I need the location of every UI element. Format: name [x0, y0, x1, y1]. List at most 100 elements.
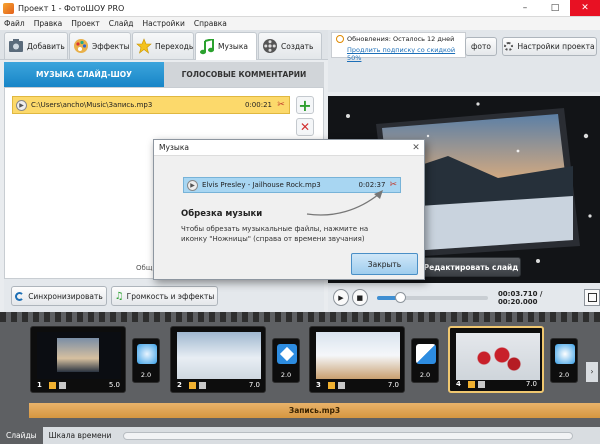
clock-icon: [336, 35, 344, 43]
window-controls: – □ ✕: [510, 0, 600, 16]
tab-music[interactable]: Музыка: [195, 32, 257, 60]
star-icon: [133, 36, 155, 56]
extend-subscription-link[interactable]: Продлить подписку со скидкой 50%: [336, 46, 461, 62]
transition-duration: 2.0: [140, 371, 152, 379]
menu-file[interactable]: Файл: [4, 19, 25, 28]
dialog-text: Чтобы обрезать музыкальные файлы, нажмит…: [181, 225, 369, 243]
gear-icon: [504, 42, 514, 51]
tab-slideshow-music[interactable]: МУЗЫКА СЛАЙД-ШОУ: [4, 62, 164, 87]
transition-thumbnail: [277, 344, 297, 364]
sound-icon[interactable]: [199, 382, 206, 389]
slide-duration: 7.0: [387, 381, 399, 389]
menu-project[interactable]: Проект: [71, 19, 100, 28]
palette-icon: [70, 36, 92, 56]
tab-label: Добавить: [27, 41, 65, 51]
edit-pencil-icon[interactable]: [49, 382, 56, 389]
dialog-close-button[interactable]: ✕: [411, 143, 421, 153]
delete-icon: ✕: [299, 120, 311, 134]
tab-transitions[interactable]: Переходы: [132, 32, 194, 59]
fullscreen-icon: [587, 293, 597, 302]
transition-duration: 2.0: [419, 371, 431, 379]
slide-duration: 7.0: [248, 381, 260, 389]
music-track-row[interactable]: ▶ C:\Users\ancho\Music\Запись.mp3 0:00:2…: [12, 96, 290, 114]
playback-controls: ▶ ■ 00:03.710 / 00:20.000: [328, 283, 600, 312]
music-clip-label: Запись.mp3: [288, 406, 341, 415]
timeline-transition[interactable]: 2.0: [550, 338, 578, 383]
add-music-button[interactable]: +: [296, 96, 314, 115]
timeline-transition[interactable]: 2.0: [132, 338, 160, 383]
close-button[interactable]: ✕: [570, 0, 600, 16]
tab-create[interactable]: Создать: [258, 32, 322, 59]
transition-thumbnail: [555, 344, 575, 364]
dialog-title: Музыка: [154, 140, 424, 156]
menu-settings[interactable]: Настройки: [142, 19, 184, 28]
play-icon[interactable]: ▶: [16, 99, 27, 111]
app-logo-icon: [3, 2, 14, 14]
menu-bar: Файл Правка Проект Слайд Настройки Справ…: [0, 17, 600, 30]
sound-icon[interactable]: [478, 381, 485, 388]
volume-effects-button[interactable]: ♫ Громкость и эффекты: [111, 286, 218, 306]
track-duration: 0:00:21: [245, 101, 272, 109]
sound-icon[interactable]: [59, 382, 66, 389]
sound-icon[interactable]: [338, 382, 345, 389]
window-title: Проект 1 - ФотоШОУ PRO: [18, 3, 125, 13]
sync-button[interactable]: Синхронизировать: [11, 286, 107, 306]
tab-voice-comments[interactable]: ГОЛОСОВЫЕ КОММЕНТАРИИ: [164, 62, 324, 87]
slide-thumbnail: [316, 332, 400, 379]
dialog-close-ok-button[interactable]: Закрыть: [351, 253, 418, 275]
main-tabs: Добавить Эффекты Переходы Музыка Создать: [0, 30, 328, 60]
menu-edit[interactable]: Правка: [34, 19, 63, 28]
photo-button[interactable]: фото: [465, 37, 497, 56]
update-notice: Обновления: Осталось 12 дней Продлить по…: [331, 32, 466, 62]
menu-help[interactable]: Справка: [194, 19, 227, 28]
minimize-button[interactable]: –: [510, 0, 540, 16]
play-icon[interactable]: ▶: [187, 179, 198, 191]
slide-thumbnail: [37, 332, 121, 379]
seek-handle[interactable]: [394, 291, 406, 303]
slide-duration: 5.0: [108, 381, 120, 389]
fullscreen-button[interactable]: [584, 289, 600, 306]
film-perforation: [0, 312, 600, 322]
edit-slide-button[interactable]: Редактировать слайд: [421, 257, 521, 277]
dialog-heading: Обрезка музыки: [181, 209, 263, 219]
pointer-arrow-icon: [306, 190, 383, 216]
maximize-button[interactable]: □: [540, 0, 570, 16]
timeline-slide[interactable]: 2 7.0: [170, 326, 266, 393]
play-button[interactable]: ▶: [333, 289, 349, 306]
tab-effects[interactable]: Эффекты: [69, 32, 131, 59]
transition-duration: 2.0: [558, 371, 570, 379]
seek-bar[interactable]: [376, 291, 488, 303]
tab-timeline-scale[interactable]: Шкала времени: [43, 427, 118, 444]
sync-label: Синхронизировать: [28, 291, 103, 301]
transition-thumbnail: [416, 344, 436, 364]
tab-slides[interactable]: Слайды: [0, 427, 43, 444]
track-path: C:\Users\ancho\Music\Запись.mp3: [31, 101, 153, 109]
timeline-slide[interactable]: 3 7.0: [309, 326, 405, 393]
scissors-icon[interactable]: ✂: [389, 180, 397, 190]
info-fragment-2: Общ: [136, 264, 153, 272]
music-clip[interactable]: Запись.mp3: [29, 403, 600, 418]
stop-button[interactable]: ■: [351, 289, 368, 306]
transition-duration: 2.0: [280, 371, 292, 379]
music-note-icon: [196, 37, 218, 57]
slide-number: 4: [456, 380, 461, 388]
horizontal-scrollbar[interactable]: [123, 431, 574, 440]
music-dialog: Музыка ✕ ▶ Elvis Presley - Jailhouse Roc…: [153, 139, 425, 280]
timeline-transition[interactable]: 2.0: [411, 338, 439, 383]
tab-add[interactable]: Добавить: [4, 32, 68, 59]
project-settings-button[interactable]: Настройки проекта: [502, 37, 597, 56]
edit-pencil-icon[interactable]: [189, 382, 196, 389]
menu-slide[interactable]: Слайд: [109, 19, 134, 28]
tab-label: Создать: [281, 41, 314, 51]
edit-pencil-icon[interactable]: [468, 381, 475, 388]
remove-music-button[interactable]: ✕: [296, 118, 314, 136]
scissors-icon[interactable]: ✂: [276, 100, 286, 110]
slide-number: 1: [37, 381, 42, 389]
edit-pencil-icon[interactable]: [328, 382, 335, 389]
timeline-transition[interactable]: 2.0: [272, 338, 300, 383]
slide-thumbnail: [456, 333, 540, 380]
scroll-right-arrow[interactable]: ›: [586, 362, 598, 382]
project-settings-label: Настройки проекта: [517, 42, 595, 51]
timeline-slide[interactable]: 1 5.0: [30, 326, 126, 393]
timeline-slide-selected[interactable]: 4 7.0: [448, 326, 544, 393]
